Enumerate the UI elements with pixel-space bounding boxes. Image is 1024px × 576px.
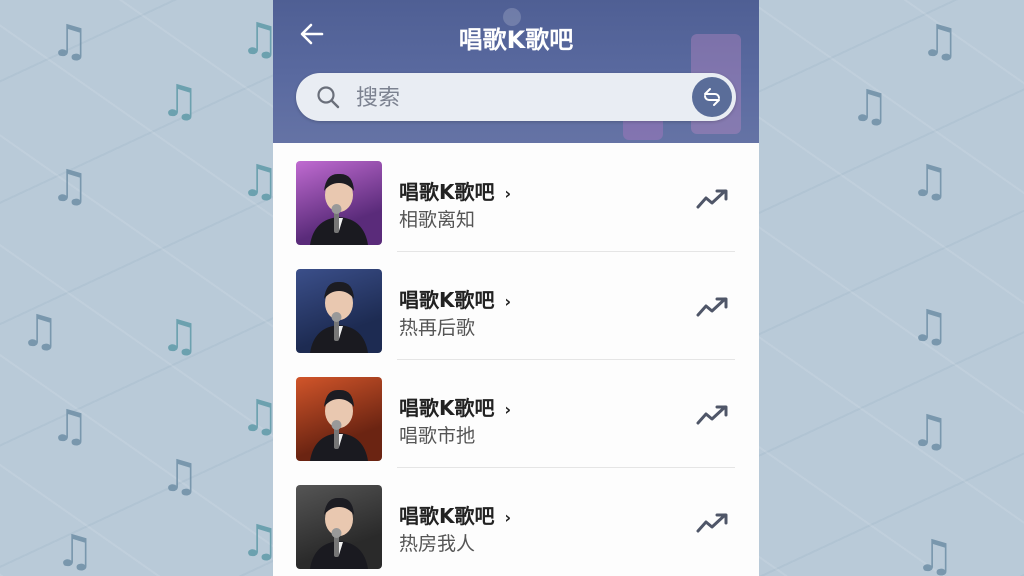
music-note-icon: ♫ (910, 406, 950, 457)
singer-portrait (310, 173, 368, 245)
song-row[interactable]: 唱歌K歌吧 › 热房我人 (273, 467, 759, 575)
song-title: 唱歌K歌吧 › (399, 504, 512, 528)
row-divider (397, 467, 735, 468)
music-note-icon: ♫ (55, 526, 95, 576)
trend-up-icon[interactable] (695, 403, 731, 427)
song-title: 唱歌K歌吧 › (399, 396, 512, 420)
singer-avatar (296, 485, 382, 569)
page-title: 唱歌K歌吧 (458, 26, 574, 54)
singer-portrait (310, 389, 368, 461)
search-bar[interactable] (296, 73, 736, 121)
singer-portrait (310, 497, 368, 569)
song-subtitle: 唱歌市扡 (399, 425, 476, 447)
scan-button[interactable] (692, 77, 732, 117)
music-note-icon: ♫ (910, 301, 950, 352)
song-title: 唱歌K歌吧 › (399, 180, 512, 204)
song-subtitle: 相歌离知 (399, 209, 476, 231)
singer-avatar (296, 269, 382, 353)
chevron-right-icon: › (504, 508, 512, 527)
row-divider (397, 251, 735, 252)
trend-up-icon[interactable] (695, 187, 731, 211)
music-note-icon: ♫ (50, 16, 90, 67)
music-note-icon: ♫ (160, 76, 200, 127)
song-row[interactable]: 唱歌K歌吧 › 热再后歌 (273, 251, 759, 359)
trend-up-icon[interactable] (695, 295, 731, 319)
app-window: 唱歌K歌吧 搜索 唱歌K歌吧 › 相歌离知 唱歌K歌吧 › 热再后歌 唱歌K歌吧… (273, 0, 759, 576)
music-note-icon: ♫ (910, 156, 950, 207)
search-icon (317, 86, 340, 109)
music-note-icon: ♫ (915, 531, 955, 576)
music-note-icon: ♫ (160, 451, 200, 502)
chevron-right-icon: › (504, 400, 512, 419)
song-title: 唱歌K歌吧 › (399, 288, 512, 312)
song-list: 唱歌K歌吧 › 相歌离知 唱歌K歌吧 › 热再后歌 唱歌K歌吧 › 唱歌市扡 唱… (273, 143, 759, 575)
chevron-right-icon: › (504, 184, 512, 203)
music-note-icon: ♫ (50, 161, 90, 212)
music-note-icon: ♫ (850, 81, 890, 132)
header-bar: 唱歌K歌吧 (273, 0, 759, 143)
music-note-icon: ♫ (50, 401, 90, 452)
search-input[interactable] (354, 80, 678, 116)
singer-avatar (296, 161, 382, 245)
music-note-icon: ♫ (920, 16, 960, 67)
song-subtitle: 热再后歌 (399, 317, 476, 339)
music-note-icon: ♫ (160, 311, 200, 362)
chevron-right-icon: › (504, 292, 512, 311)
song-subtitle: 热房我人 (399, 533, 476, 555)
singer-avatar (296, 377, 382, 461)
trend-up-icon[interactable] (695, 511, 731, 535)
song-row[interactable]: 唱歌K歌吧 › 相歌离知 (273, 143, 759, 251)
singer-portrait (310, 281, 368, 353)
scan-refresh-icon (704, 88, 720, 106)
music-note-icon: ♫ (20, 306, 60, 357)
row-divider (397, 359, 735, 360)
song-row[interactable]: 唱歌K歌吧 › 唱歌市扡 (273, 359, 759, 467)
